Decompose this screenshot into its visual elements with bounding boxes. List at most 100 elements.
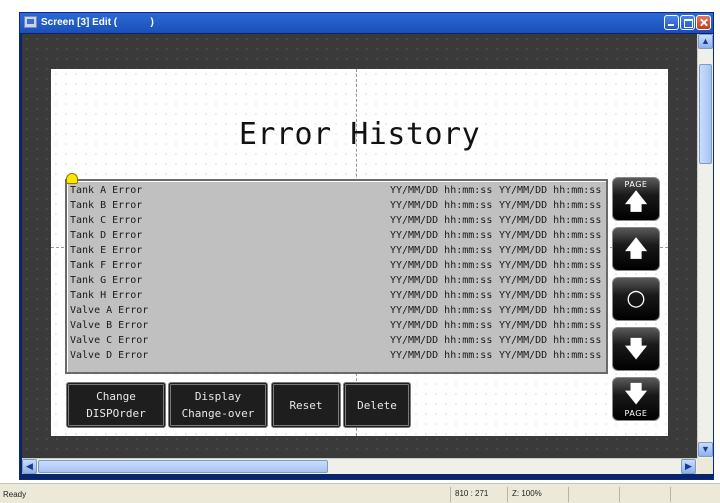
editor-canvas[interactable]: Error History Tank A Error YY/MM/DD hh:mm…: [22, 34, 697, 458]
page-title[interactable]: Error History: [51, 117, 668, 152]
button-label-line1: Change: [96, 390, 136, 403]
status-cell-empty: [670, 487, 718, 502]
circle-icon: ○: [626, 286, 646, 311]
list-item: Tank B Error YY/MM/DD hh:mm:ss YY/MM/DD hh…: [70, 198, 605, 213]
error-name: Tank E Error: [70, 245, 143, 256]
occurred-time: YY/MM/DD hh:mm:ss: [390, 275, 493, 286]
list-item: Tank G Error YY/MM/DD hh:mm:ss YY/MM/DD hh…: [70, 273, 605, 288]
minimize-icon: [665, 16, 678, 29]
button-label: Reset: [289, 398, 323, 412]
button-label: Delete: [357, 398, 397, 412]
occurred-time: YY/MM/DD hh:mm:ss: [390, 335, 493, 346]
scroll-right-arrow-icon[interactable]: ▶: [681, 459, 696, 474]
list-item: Valve C Error YY/MM/DD hh:mm:ss YY/MM/DD h…: [70, 333, 605, 348]
list-item: Valve B Error YY/MM/DD hh:mm:ss YY/MM/DD h…: [70, 318, 605, 333]
change-disp-order-button[interactable]: Change DISPOrder: [66, 382, 166, 428]
status-zoom: Z: 100%: [507, 487, 567, 502]
occurred-time: YY/MM/DD hh:mm:ss: [390, 320, 493, 331]
window-title: Screen [3] Edit ( ): [41, 17, 154, 28]
vertical-scroll-thumb[interactable]: [699, 64, 712, 164]
occurred-time: YY/MM/DD hh:mm:ss: [390, 305, 493, 316]
recovered-time: YY/MM/DD hh:mm:ss: [499, 245, 602, 256]
error-name: Tank D Error: [70, 230, 143, 241]
error-history-list[interactable]: Tank A Error YY/MM/DD hh:mm:ss YY/MM/DD hh…: [65, 179, 608, 374]
list-item: Tank C Error YY/MM/DD hh:mm:ss YY/MM/DD hh…: [70, 213, 605, 228]
list-item: Tank D Error YY/MM/DD hh:mm:ss YY/MM/DD hh…: [70, 228, 605, 243]
scroll-down-arrow-icon[interactable]: ▼: [698, 442, 713, 457]
recovered-time: YY/MM/DD hh:mm:ss: [499, 200, 602, 211]
occurred-time: YY/MM/DD hh:mm:ss: [390, 245, 493, 256]
arrow-down-icon: 🡇: [624, 382, 648, 407]
scroll-left-arrow-icon[interactable]: ◀: [22, 459, 37, 474]
close-icon: [697, 16, 710, 29]
error-name: Tank A Error: [70, 185, 143, 196]
status-coordinates: 810 : 271: [450, 487, 506, 502]
maximize-icon: [681, 16, 694, 29]
button-label-line2: Change-over: [181, 407, 255, 420]
error-name: Tank C Error: [70, 215, 143, 226]
occurred-time: YY/MM/DD hh:mm:ss: [390, 230, 493, 241]
recovered-time: YY/MM/DD hh:mm:ss: [499, 215, 602, 226]
maximize-button[interactable]: [680, 15, 695, 30]
status-cell-empty: [619, 487, 669, 502]
center-button[interactable]: ○: [612, 277, 660, 321]
delete-button[interactable]: Delete: [343, 382, 411, 428]
error-name: Tank G Error: [70, 275, 143, 286]
hmi-screen[interactable]: Error History Tank A Error YY/MM/DD hh:mm…: [51, 69, 668, 436]
occurred-time: YY/MM/DD hh:mm:ss: [390, 215, 493, 226]
reset-button[interactable]: Reset: [271, 382, 341, 428]
list-item: Tank A Error YY/MM/DD hh:mm:ss YY/MM/DD hh…: [70, 183, 605, 198]
error-name: Tank H Error: [70, 290, 143, 301]
list-item: Valve D Error YY/MM/DD hh:mm:ss YY/MM/DD h…: [70, 348, 605, 363]
recovered-time: YY/MM/DD hh:mm:ss: [499, 320, 602, 331]
close-button[interactable]: [696, 15, 711, 30]
status-ready: Ready: [3, 490, 27, 499]
page-up-button[interactable]: PAGE 🡅: [612, 177, 660, 221]
page-down-button[interactable]: 🡇 PAGE: [612, 377, 660, 421]
recovered-time: YY/MM/DD hh:mm:ss: [499, 290, 602, 301]
list-item: Tank E Error YY/MM/DD hh:mm:ss YY/MM/DD hh…: [70, 243, 605, 258]
status-bar: Ready 810 : 271 Z: 100%: [0, 483, 720, 503]
recovered-time: YY/MM/DD hh:mm:ss: [499, 305, 602, 316]
minimize-button[interactable]: [664, 15, 679, 30]
scroll-up-button[interactable]: 🡅: [612, 227, 660, 271]
button-label-line1: Display: [194, 390, 242, 403]
horizontal-scrollbar[interactable]: ◀ ▶: [22, 458, 697, 474]
occurred-time: YY/MM/DD hh:mm:ss: [390, 290, 493, 301]
vertical-scrollbar[interactable]: ▲ ▼: [697, 34, 713, 458]
recovered-time: YY/MM/DD hh:mm:ss: [499, 230, 602, 241]
page-down-caption: PAGE: [624, 409, 648, 418]
display-change-over-button[interactable]: Display Change-over: [168, 382, 268, 428]
error-name: Valve B Error: [70, 320, 149, 331]
screen-icon: [24, 16, 37, 28]
recovered-time: YY/MM/DD hh:mm:ss: [499, 260, 602, 271]
occurred-time: YY/MM/DD hh:mm:ss: [390, 200, 493, 211]
error-name: Valve D Error: [70, 350, 149, 361]
occurred-time: YY/MM/DD hh:mm:ss: [390, 350, 493, 361]
status-cell-empty: [568, 487, 618, 502]
button-label-line2: DISPOrder: [86, 407, 146, 420]
occurred-time: YY/MM/DD hh:mm:ss: [390, 185, 493, 196]
warning-lamp-icon[interactable]: [66, 173, 78, 184]
horizontal-scroll-thumb[interactable]: [38, 460, 328, 473]
resize-grip[interactable]: [697, 458, 713, 474]
error-name: Tank F Error: [70, 260, 143, 271]
recovered-time: YY/MM/DD hh:mm:ss: [499, 335, 602, 346]
list-item: Tank F Error YY/MM/DD hh:mm:ss YY/MM/DD hh…: [70, 258, 605, 273]
editor-window: Screen [3] Edit ( ) Error History Tank A…: [19, 12, 714, 480]
error-name: Tank B Error: [70, 200, 143, 211]
scroll-down-button[interactable]: 🡇: [612, 327, 660, 371]
arrow-down-icon: 🡇: [624, 337, 648, 362]
list-item: Valve A Error YY/MM/DD hh:mm:ss YY/MM/DD h…: [70, 303, 605, 318]
occurred-time: YY/MM/DD hh:mm:ss: [390, 260, 493, 271]
arrow-up-icon: 🡅: [624, 237, 648, 262]
recovered-time: YY/MM/DD hh:mm:ss: [499, 275, 602, 286]
window-titlebar[interactable]: Screen [3] Edit ( ): [20, 13, 713, 33]
scroll-up-arrow-icon[interactable]: ▲: [698, 34, 713, 49]
recovered-time: YY/MM/DD hh:mm:ss: [499, 350, 602, 361]
error-name: Valve C Error: [70, 335, 149, 346]
list-item: Tank H Error YY/MM/DD hh:mm:ss YY/MM/DD hh…: [70, 288, 605, 303]
recovered-time: YY/MM/DD hh:mm:ss: [499, 185, 602, 196]
arrow-up-icon: 🡅: [624, 190, 648, 215]
page-up-caption: PAGE: [624, 180, 648, 189]
